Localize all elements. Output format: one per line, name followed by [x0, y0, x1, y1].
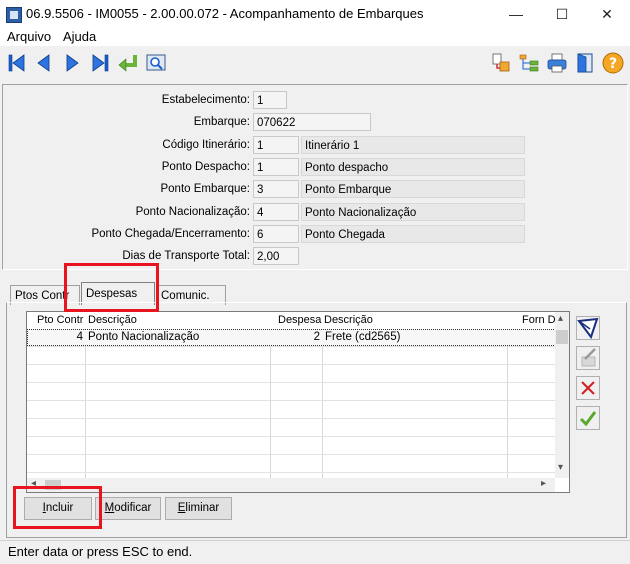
window-title: 06.9.5506 - IM0055 - 2.00.00.072 - Acomp…	[26, 6, 424, 21]
grid-vline	[270, 329, 271, 478]
eliminar-label: liminar	[185, 502, 220, 514]
ponto-despacho-label: Ponto Despacho:	[161, 161, 250, 173]
maximize-button[interactable]: ☐	[540, 2, 584, 26]
ponto-chegada-desc: Ponto Chegada	[301, 225, 525, 243]
cell-despesa-descricao: Frete (cd2565)	[325, 331, 401, 343]
codigo-itinerario-desc: Itinerário 1	[301, 136, 525, 154]
eliminar-button[interactable]: Eliminar	[165, 497, 232, 520]
confirm-icon[interactable]	[576, 406, 600, 430]
goto-icon[interactable]	[117, 52, 139, 74]
grid-hline	[27, 454, 555, 455]
ponto-embarque-desc: Ponto Embarque	[301, 180, 525, 198]
ponto-embarque-field[interactable]: 3	[253, 180, 299, 198]
ponto-despacho-desc: Ponto despacho	[301, 158, 525, 176]
embarque-field[interactable]: 070622	[253, 113, 371, 131]
dias-transporte-field[interactable]: 2,00	[253, 247, 299, 265]
col-descricao[interactable]: Descrição	[88, 314, 137, 326]
scroll-left-icon[interactable]: ◂	[31, 478, 36, 489]
grid-vline	[85, 329, 86, 478]
codigo-itinerario-label: Código Itinerário:	[162, 139, 250, 151]
grid-hline	[27, 382, 555, 383]
edit-icon	[576, 346, 600, 370]
despesas-grid[interactable]: Pto Contr Descrição Despesa Descrição Fo…	[26, 311, 570, 493]
first-record-icon[interactable]	[6, 52, 28, 74]
horizontal-scrollbar[interactable]: ◂ ▸	[27, 478, 555, 492]
menu-bar: Arquivo Ajuda	[0, 28, 630, 46]
toolbar: ?	[0, 46, 630, 82]
estabelecimento-label: Estabelecimento:	[161, 94, 250, 106]
grid-hline	[27, 346, 555, 347]
estabelecimento-field[interactable]: 1	[253, 91, 287, 109]
svg-text:?: ?	[609, 56, 617, 72]
ponto-despacho-field[interactable]: 1	[253, 158, 299, 176]
embarque-label: Embarque:	[193, 116, 250, 128]
grid-vline	[507, 329, 508, 478]
col-forn[interactable]: Forn D	[522, 314, 556, 326]
vertical-scrollbar[interactable]: ▴ ▾	[555, 312, 569, 478]
col-despesa[interactable]: Despesa	[278, 314, 321, 326]
cancel-icon[interactable]	[576, 376, 600, 400]
table-row[interactable]: 4 Ponto Nacionalização 2 Frete (cd2565)	[27, 329, 556, 346]
modificar-label: odificar	[114, 502, 152, 514]
menu-arquivo[interactable]: Arquivo	[7, 29, 51, 44]
grid-hline	[27, 436, 555, 437]
grid-hline	[27, 364, 555, 365]
ponto-embarque-label: Ponto Embarque:	[160, 183, 250, 195]
scroll-right-icon[interactable]: ▸	[541, 478, 546, 489]
ponto-nacionalizacao-desc: Ponto Nacionalização	[301, 203, 525, 221]
close-button[interactable]: ✕	[585, 2, 629, 26]
incluir-label: ncluir	[45, 502, 74, 514]
tree-icon[interactable]	[518, 52, 540, 74]
ponto-nacionalizacao-field[interactable]: 4	[253, 203, 299, 221]
grid-header: Pto Contr Descrição Despesa Descrição Fo…	[27, 312, 557, 330]
search-icon[interactable]	[145, 52, 167, 74]
scroll-down-icon[interactable]: ▾	[558, 462, 563, 473]
grid-hline	[27, 418, 555, 419]
incluir-button[interactable]: Incluir	[24, 497, 92, 520]
cell-pto: 4	[76, 331, 83, 343]
print-icon[interactable]	[546, 52, 568, 74]
cell-despesa: 2	[313, 331, 320, 343]
modificar-accel: M	[104, 502, 115, 514]
horizontal-scroll-thumb[interactable]	[45, 480, 61, 490]
cell-descricao: Ponto Nacionalização	[88, 331, 200, 343]
ponto-chegada-label: Ponto Chegada/Encerramento:	[91, 228, 250, 240]
col-pto-contr[interactable]: Pto Contr	[37, 314, 83, 326]
status-text: Enter data or press ESC to end.	[8, 544, 193, 559]
codigo-itinerario-field[interactable]: 1	[253, 136, 299, 154]
scroll-up-icon[interactable]: ▴	[558, 313, 563, 324]
help-icon[interactable]: ?	[602, 52, 624, 74]
title-bar: 06.9.5506 - IM0055 - 2.00.00.072 - Acomp…	[0, 0, 630, 28]
document-flow-icon[interactable]	[490, 52, 512, 74]
last-record-icon[interactable]	[89, 52, 111, 74]
minimize-button[interactable]: —	[494, 2, 538, 26]
col-despesa-descricao[interactable]: Descrição	[324, 314, 373, 326]
grid-vline	[322, 329, 323, 478]
app-icon	[6, 7, 22, 23]
ponto-nacionalizacao-label: Ponto Nacionalização:	[135, 206, 250, 218]
zoom-icon[interactable]	[576, 316, 600, 340]
modificar-button[interactable]: Modificar	[95, 497, 161, 520]
exit-icon[interactable]	[574, 52, 596, 74]
previous-record-icon[interactable]	[33, 52, 55, 74]
next-record-icon[interactable]	[61, 52, 83, 74]
status-bar: Enter data or press ESC to end.	[0, 540, 630, 564]
dias-transporte-label: Dias de Transporte Total:	[122, 250, 250, 262]
grid-hline	[27, 400, 555, 401]
ponto-chegada-field[interactable]: 6	[253, 225, 299, 243]
menu-ajuda[interactable]: Ajuda	[63, 29, 96, 44]
grid-hline	[27, 472, 555, 473]
vertical-scroll-thumb[interactable]	[556, 330, 568, 344]
